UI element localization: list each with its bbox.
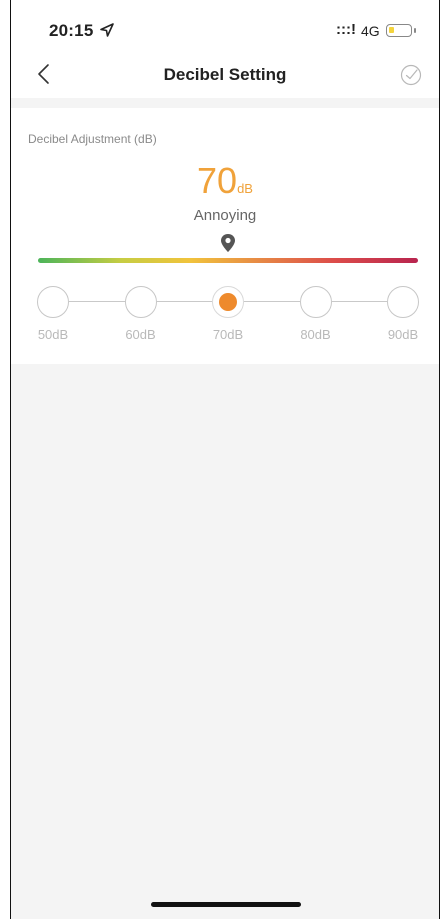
noise-description: Annoying <box>193 207 257 224</box>
home-indicator <box>151 902 301 907</box>
step-connector <box>69 301 125 302</box>
step-label: 80dB <box>300 327 331 342</box>
map-pin-icon <box>221 234 235 252</box>
step-radio-3[interactable] <box>299 286 332 318</box>
decibel-unit: dB <box>237 181 253 196</box>
decibel-step-selector: 50dB 60dB 70dB 80dB 90dB <box>11 286 439 358</box>
status-bar: 20:15 :::! 4G <box>11 0 439 52</box>
decibel-value-display: 70dB <box>11 160 439 202</box>
decibel-value: 70 <box>197 160 238 201</box>
phone-screen: 20:15 :::! 4G Decibel Setting Decibel Ad… <box>10 0 440 919</box>
step-connector <box>156 301 212 302</box>
step-label: 60dB <box>125 327 156 342</box>
step-label: 90dB <box>387 327 419 342</box>
nav-bar: Decibel Setting <box>11 52 439 98</box>
page-title: Decibel Setting <box>163 65 287 84</box>
battery-icon <box>386 24 416 37</box>
check-circle-icon[interactable] <box>400 64 422 86</box>
decibel-gradient-bar <box>38 258 418 263</box>
location-arrow-icon <box>100 23 114 37</box>
step-connector <box>244 301 300 302</box>
step-connector <box>331 301 387 302</box>
decibel-card: Decibel Adjustment (dB) 70dB Annoying 50… <box>11 108 439 364</box>
step-radio-4[interactable] <box>387 286 419 318</box>
signal-icon: :::! <box>336 21 356 38</box>
step-radio-1[interactable] <box>124 286 157 318</box>
battery-level <box>389 27 394 33</box>
selected-dot <box>219 293 237 311</box>
step-radio-0[interactable] <box>37 286 69 318</box>
step-label: 70dB <box>212 327 244 342</box>
status-time: 20:15 <box>49 21 94 40</box>
network-type: 4G <box>361 23 380 39</box>
step-label: 50dB <box>37 327 69 342</box>
section-label: Decibel Adjustment (dB) <box>28 132 157 146</box>
step-radio-2[interactable] <box>212 286 244 318</box>
